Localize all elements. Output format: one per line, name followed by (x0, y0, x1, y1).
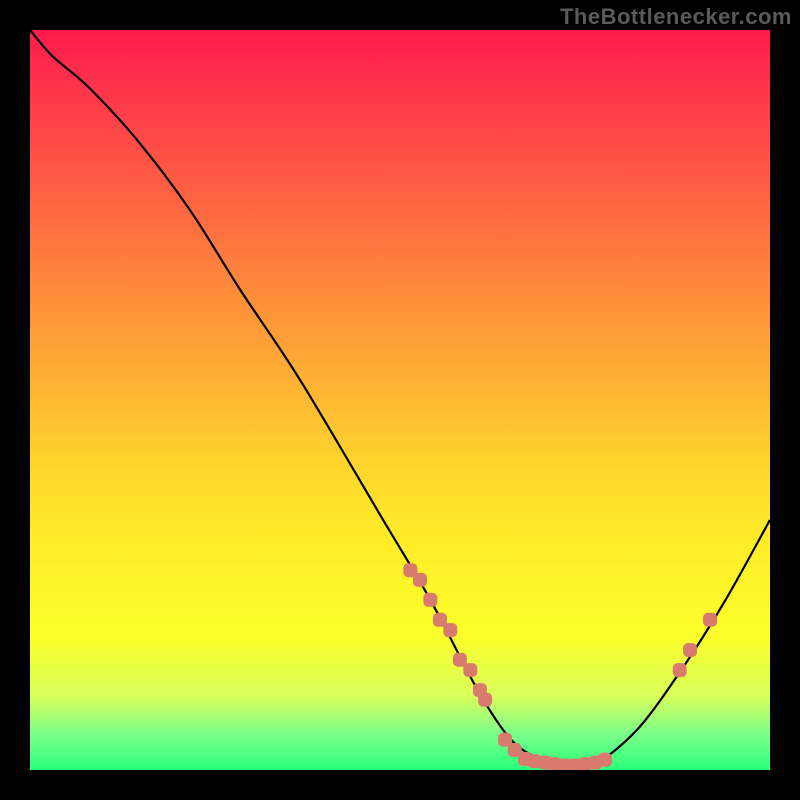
data-marker (673, 663, 687, 677)
data-marker (703, 613, 717, 627)
attribution-text: TheBottlenecker.com (560, 4, 792, 30)
data-marker (598, 753, 612, 767)
data-marker (463, 663, 477, 677)
bottleneck-curve (30, 30, 770, 769)
data-marker (683, 643, 697, 657)
data-marker (443, 623, 457, 637)
data-marker (478, 693, 492, 707)
data-marker (423, 593, 437, 607)
plot-area (30, 30, 770, 770)
markers-group (403, 563, 717, 770)
data-marker (413, 573, 427, 587)
chart-overlay (30, 30, 770, 770)
chart-frame: TheBottlenecker.com (0, 0, 800, 800)
